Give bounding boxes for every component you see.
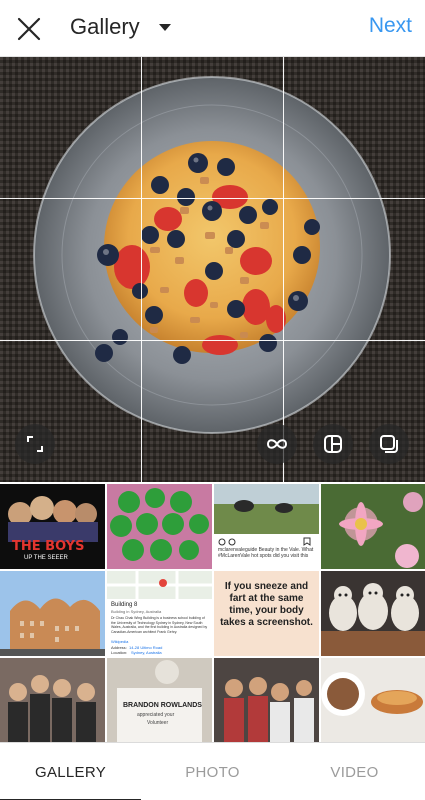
gallery-thumb[interactable]: BRANDON ROWLANDS appreciated your Volunt… — [107, 658, 212, 742]
gallery-title[interactable]: Gallery — [70, 14, 140, 40]
gallery-thumb[interactable]: mclarenvaleguide Beauty in the Vale. Wha… — [214, 484, 319, 569]
gallery-thumb[interactable] — [214, 658, 319, 742]
gallery-thumb[interactable] — [0, 571, 105, 656]
map-location: Sydney, Australia — [131, 650, 162, 655]
gallery-thumb[interactable] — [321, 484, 425, 569]
next-button[interactable]: Next — [369, 14, 412, 38]
map-place-body: Dr Chau Chak Wing Building is a business… — [111, 616, 208, 634]
expand-icon[interactable] — [15, 424, 55, 464]
source-tabs: GALLERY PHOTO VIDEO — [0, 742, 425, 800]
caret-down-icon[interactable] — [158, 21, 172, 35]
thumb-post-caption: mclarenvaleguide Beauty in the Vale. Wha… — [218, 547, 314, 559]
preview-image — [0, 57, 425, 482]
gallery-thumb[interactable] — [321, 571, 425, 656]
card-small-text: Volunteer — [147, 720, 169, 726]
gallery-thumb[interactable]: Building 8 Building in Sydney, Australia… — [107, 571, 212, 656]
layout-icon[interactable] — [313, 424, 353, 464]
close-icon[interactable] — [12, 12, 46, 46]
map-place-link: Wikipedia — [111, 639, 129, 644]
tab-video[interactable]: VIDEO — [284, 743, 425, 800]
tab-photo[interactable]: PHOTO — [142, 743, 283, 800]
tab-photo-label: PHOTO — [185, 763, 240, 781]
map-place-subtitle: Building in Sydney, Australia — [111, 609, 162, 614]
gallery-thumb[interactable]: If you sneeze and fart at the same time,… — [214, 571, 319, 656]
gallery-thumb[interactable] — [0, 658, 105, 742]
thumb-subtitle-text: UP THE SEEER — [24, 555, 68, 561]
map-place-title: Building 8 — [111, 602, 138, 608]
gallery-thumb[interactable] — [321, 658, 425, 742]
gallery-thumb[interactable]: THE BOYS UP THE SEEER — [0, 484, 105, 569]
tab-video-label: VIDEO — [330, 763, 379, 781]
crop-grid-h1 — [0, 198, 425, 199]
multi-select-icon[interactable] — [369, 424, 409, 464]
crop-grid-h2 — [0, 340, 425, 341]
map-location-label: Location: — [111, 650, 128, 655]
card-name: BRANDON ROWLANDS — [123, 702, 202, 709]
gallery-grid: THE BOYS UP THE SEEER mclarenvaleguide B… — [0, 484, 425, 742]
card-subtext: appreciated your — [137, 712, 175, 718]
gallery-thumb[interactable] — [107, 484, 212, 569]
tab-gallery-label: GALLERY — [34, 763, 107, 781]
thumb-title-text: THE BOYS — [12, 539, 85, 554]
tab-gallery[interactable]: GALLERY — [0, 743, 141, 800]
photo-preview[interactable] — [0, 57, 425, 482]
top-bar: Gallery Next — [0, 0, 425, 57]
boomerang-icon[interactable] — [257, 424, 297, 464]
crop-grid-v2 — [283, 57, 284, 482]
crop-grid-v1 — [141, 57, 142, 482]
meme-text: If you sneeze and fart at the same time,… — [220, 581, 313, 628]
